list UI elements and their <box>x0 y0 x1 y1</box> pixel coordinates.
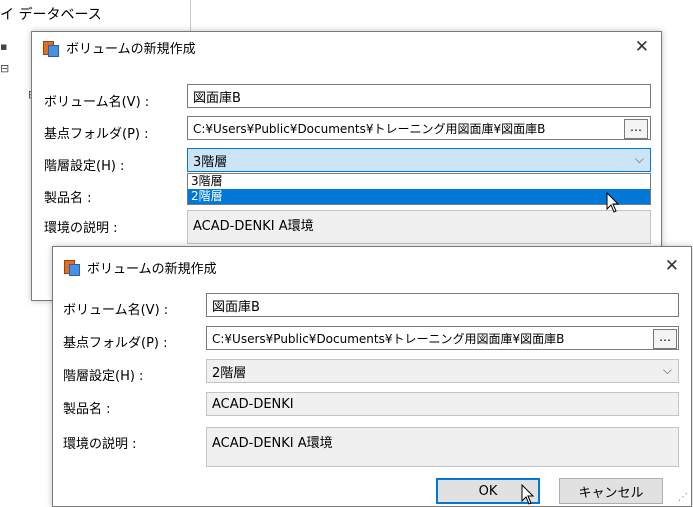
tree-header: イ データベース <box>0 7 102 23</box>
hierarchy-select[interactable]: 3階層 ⌵ <box>187 148 651 172</box>
hierarchy-label: 階層設定(H) : <box>44 159 125 174</box>
browse-button[interactable]: … <box>653 329 677 349</box>
dialog-titlebar: ボリュームの新規作成 <box>53 247 691 287</box>
environment-label: 環境の説明 : <box>44 221 118 236</box>
dialog-title: ボリュームの新規作成 <box>66 42 196 57</box>
browse-button[interactable]: … <box>624 119 648 139</box>
product-name-label: 製品名 : <box>63 402 111 417</box>
volume-app-icon <box>42 40 59 57</box>
resize-grip-icon[interactable]: ⋰ <box>678 492 688 503</box>
volume-name-label: ボリューム名(V) : <box>44 95 150 110</box>
hierarchy-select-value: 2階層 <box>212 365 247 381</box>
mouse-pointer-icon <box>606 192 620 213</box>
environment-textarea[interactable]: ACAD-DENKI A環境 <box>187 210 651 244</box>
volume-name-input[interactable]: 図面庫B <box>187 84 651 108</box>
base-folder-label: 基点フォルダ(P) : <box>44 127 149 142</box>
environment-textarea[interactable]: ACAD-DENKI A環境 <box>206 427 679 467</box>
mouse-pointer-icon <box>521 484 535 505</box>
base-folder-input[interactable]: C:¥Users¥Public¥Documents¥トレーニング用図面庫¥図面庫… <box>187 116 651 140</box>
tree-expander-icon: ⊟ <box>0 62 10 75</box>
chevron-down-icon[interactable]: ⌵ <box>663 363 672 378</box>
volume-name-input[interactable]: 図面庫B <box>206 293 679 317</box>
dropdown-option-2[interactable]: 2階層 <box>188 189 650 204</box>
volume-name-label: ボリューム名(V) : <box>63 303 169 318</box>
hierarchy-select[interactable]: 2階層 ⌵ <box>206 359 679 383</box>
product-name-label: 製品名 : <box>44 191 92 206</box>
chevron-down-icon[interactable]: ⌵ <box>635 152 644 167</box>
environment-label: 環境の説明 : <box>63 437 137 452</box>
volume-app-icon <box>63 259 80 276</box>
product-name-field: ACAD-DENKI <box>206 392 679 416</box>
hierarchy-label: 階層設定(H) : <box>63 369 144 384</box>
close-icon[interactable]: ✕ <box>635 38 649 56</box>
hierarchy-select-value: 3階層 <box>193 154 228 170</box>
dialog-title: ボリュームの新規作成 <box>87 261 217 277</box>
tree-node-icon: ▪ <box>0 40 8 53</box>
cancel-button[interactable]: キャンセル <box>559 478 663 504</box>
new-volume-dialog-front: ボリュームの新規作成 ✕ ボリューム名(V) : 図面庫B 基点フォルダ(P) … <box>52 246 692 507</box>
hierarchy-dropdown-list: 3階層 2階層 <box>187 173 651 205</box>
base-folder-label: 基点フォルダ(P) : <box>63 336 168 351</box>
dropdown-option-3[interactable]: 3階層 <box>188 174 650 189</box>
dialog-titlebar: ボリュームの新規作成 <box>32 32 661 63</box>
close-icon[interactable]: ✕ <box>665 257 679 275</box>
base-folder-input[interactable]: C:¥Users¥Public¥Documents¥トレーニング用図面庫¥図面庫… <box>206 326 679 350</box>
